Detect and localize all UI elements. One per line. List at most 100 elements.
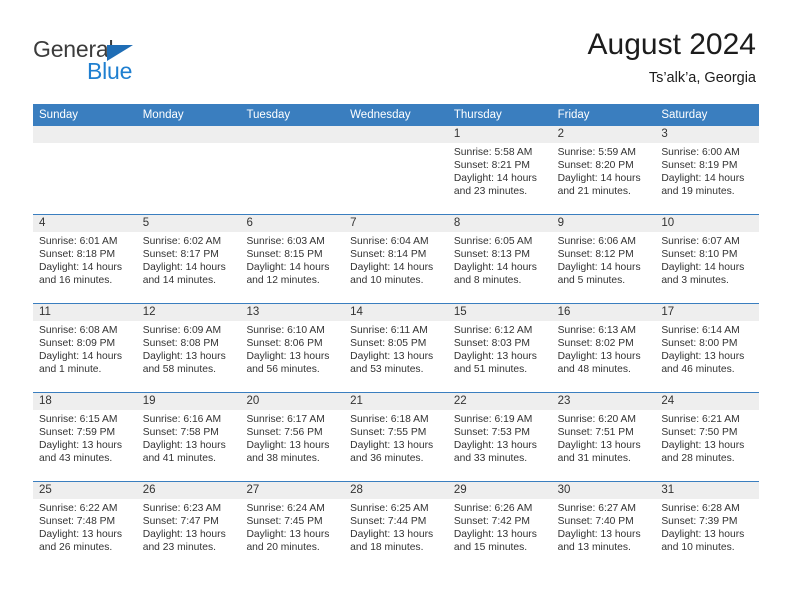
day-cell[interactable]: 1 Sunrise: 5:58 AM Sunset: 8:21 PM Dayli… — [447, 126, 552, 214]
day-details: Sunrise: 6:11 AM Sunset: 8:05 PM Dayligh… — [344, 321, 448, 376]
day-cell[interactable]: 12 Sunrise: 6:09 AM Sunset: 8:08 PM Dayl… — [136, 304, 241, 392]
day-number-band: 23 — [551, 393, 656, 410]
day-cell[interactable] — [136, 126, 241, 214]
sunset-text: Sunset: 7:44 PM — [350, 516, 427, 528]
day-cell[interactable]: 20 Sunrise: 6:17 AM Sunset: 7:56 PM Dayl… — [240, 393, 345, 481]
daylight-text-line1: Daylight: 13 hours — [661, 529, 745, 541]
sunrise-text: Sunrise: 6:03 AM — [246, 236, 325, 247]
day-number-band: 1 — [447, 126, 552, 143]
day-cell[interactable]: 19 Sunrise: 6:16 AM Sunset: 7:58 PM Dayl… — [136, 393, 241, 481]
day-details: Sunrise: 6:27 AM Sunset: 7:40 PM Dayligh… — [552, 499, 656, 554]
week-row: 11 Sunrise: 6:08 AM Sunset: 8:09 PM Dayl… — [33, 304, 760, 393]
day-number-band: 27 — [240, 482, 345, 499]
daylight-text-line2: and 19 minutes. — [661, 186, 735, 198]
sunset-text: Sunset: 7:55 PM — [350, 427, 427, 439]
sunset-text: Sunset: 8:15 PM — [246, 249, 323, 261]
daylight-text-line1: Daylight: 14 hours — [557, 173, 641, 185]
day-cell[interactable]: 6 Sunrise: 6:03 AM Sunset: 8:15 PM Dayli… — [240, 215, 345, 303]
day-cell[interactable]: 8 Sunrise: 6:05 AM Sunset: 8:13 PM Dayli… — [447, 215, 552, 303]
day-cell[interactable]: 31 Sunrise: 6:28 AM Sunset: 7:39 PM Dayl… — [655, 482, 760, 571]
sunrise-text: Sunrise: 5:58 AM — [453, 147, 533, 158]
day-details: Sunrise: 6:10 AM Sunset: 8:06 PM Dayligh… — [240, 321, 344, 376]
day-cell[interactable]: 13 Sunrise: 6:10 AM Sunset: 8:06 PM Dayl… — [240, 304, 345, 392]
day-details: Sunrise: 6:04 AM Sunset: 8:14 PM Dayligh… — [344, 232, 448, 287]
daylight-text-line2: and 5 minutes. — [557, 275, 626, 287]
day-number-band: 3 — [655, 126, 760, 143]
day-cell[interactable]: 28 Sunrise: 6:25 AM Sunset: 7:44 PM Dayl… — [344, 482, 448, 571]
day-number: 16 — [557, 306, 571, 318]
day-number-band — [136, 126, 241, 143]
day-cell[interactable]: 16 Sunrise: 6:13 AM Sunset: 8:02 PM Dayl… — [551, 304, 656, 392]
day-cell[interactable]: 2 Sunrise: 5:59 AM Sunset: 8:20 PM Dayli… — [551, 126, 656, 214]
day-number-band: 15 — [447, 304, 552, 321]
day-cell[interactable] — [33, 126, 137, 214]
sunset-text: Sunset: 8:19 PM — [661, 160, 738, 172]
day-cell[interactable]: 27 Sunrise: 6:24 AM Sunset: 7:45 PM Dayl… — [240, 482, 345, 571]
day-details — [344, 143, 448, 146]
day-cell[interactable]: 5 Sunrise: 6:02 AM Sunset: 8:17 PM Dayli… — [136, 215, 241, 303]
day-number-band: 8 — [447, 215, 552, 232]
day-details: Sunrise: 6:20 AM Sunset: 7:51 PM Dayligh… — [552, 410, 656, 465]
daylight-text-line2: and 46 minutes. — [661, 364, 735, 376]
day-cell[interactable]: 7 Sunrise: 6:04 AM Sunset: 8:14 PM Dayli… — [344, 215, 448, 303]
daylight-text-line2: and 51 minutes. — [453, 364, 528, 376]
day-cell[interactable]: 4 Sunrise: 6:01 AM Sunset: 8:18 PM Dayli… — [33, 215, 137, 303]
day-cell[interactable]: 23 Sunrise: 6:20 AM Sunset: 7:51 PM Dayl… — [551, 393, 656, 481]
daylight-text-line1: Daylight: 14 hours — [453, 173, 537, 185]
daylight-text-line1: Daylight: 13 hours — [557, 351, 641, 363]
calendar-grid: Sunday Monday Tuesday Wednesday Thursday… — [33, 104, 760, 571]
day-number-band: 5 — [136, 215, 241, 232]
daylight-text-line2: and 56 minutes. — [246, 364, 320, 376]
day-cell[interactable] — [240, 126, 345, 214]
day-number-band: 29 — [447, 482, 552, 499]
day-cell[interactable]: 30 Sunrise: 6:27 AM Sunset: 7:40 PM Dayl… — [551, 482, 656, 571]
day-cell[interactable]: 15 Sunrise: 6:12 AM Sunset: 8:03 PM Dayl… — [447, 304, 552, 392]
sunrise-text: Sunrise: 6:06 AM — [557, 236, 637, 247]
daylight-text-line1: Daylight: 13 hours — [453, 440, 537, 452]
day-cell[interactable]: 26 Sunrise: 6:23 AM Sunset: 7:47 PM Dayl… — [136, 482, 241, 571]
day-number: 23 — [557, 395, 571, 407]
day-cell[interactable]: 18 Sunrise: 6:15 AM Sunset: 7:59 PM Dayl… — [33, 393, 137, 481]
day-number: 6 — [246, 217, 253, 229]
weekday-header-sunday: Sunday — [39, 109, 79, 121]
daylight-text-line2: and 48 minutes. — [557, 364, 631, 376]
day-cell[interactable]: 25 Sunrise: 6:22 AM Sunset: 7:48 PM Dayl… — [33, 482, 137, 571]
day-cell[interactable]: 10 Sunrise: 6:07 AM Sunset: 8:10 PM Dayl… — [655, 215, 760, 303]
page-title: August 2024 — [587, 28, 756, 61]
day-cell[interactable]: 22 Sunrise: 6:19 AM Sunset: 7:53 PM Dayl… — [447, 393, 552, 481]
sunrise-text: Sunrise: 6:13 AM — [557, 325, 637, 336]
page-subtitle: Ts’alk’a, Georgia — [648, 70, 756, 86]
day-cell[interactable]: 29 Sunrise: 6:26 AM Sunset: 7:42 PM Dayl… — [447, 482, 552, 571]
day-cell[interactable]: 17 Sunrise: 6:14 AM Sunset: 8:00 PM Dayl… — [655, 304, 760, 392]
sunset-text: Sunset: 8:18 PM — [39, 249, 116, 261]
weekday-header-monday: Monday — [142, 109, 184, 121]
day-details: Sunrise: 6:24 AM Sunset: 7:45 PM Dayligh… — [240, 499, 344, 554]
day-cell[interactable] — [344, 126, 448, 214]
day-number: 8 — [453, 217, 461, 229]
day-number: 27 — [246, 484, 260, 496]
sunrise-text: Sunrise: 6:24 AM — [246, 503, 325, 514]
sunset-text: Sunset: 7:42 PM — [453, 516, 531, 528]
day-number: 17 — [661, 306, 675, 318]
general-blue-logo[interactable]: General Blue — [33, 36, 253, 88]
daylight-text-line1: Daylight: 14 hours — [350, 262, 434, 274]
daylight-text-line1: Daylight: 14 hours — [39, 351, 122, 363]
daylight-text-line2: and 53 minutes. — [350, 364, 424, 376]
sunset-text: Sunset: 8:03 PM — [453, 338, 531, 350]
daylight-text-line1: Daylight: 13 hours — [246, 351, 330, 363]
day-cell[interactable]: 21 Sunrise: 6:18 AM Sunset: 7:55 PM Dayl… — [344, 393, 448, 481]
day-cell[interactable]: 11 Sunrise: 6:08 AM Sunset: 8:09 PM Dayl… — [33, 304, 137, 392]
day-cell[interactable]: 24 Sunrise: 6:21 AM Sunset: 7:50 PM Dayl… — [655, 393, 760, 481]
daylight-text-line1: Daylight: 13 hours — [142, 440, 226, 452]
week-row: 25 Sunrise: 6:22 AM Sunset: 7:48 PM Dayl… — [33, 482, 760, 571]
daylight-text-line1: Daylight: 13 hours — [453, 351, 537, 363]
day-cell[interactable]: 9 Sunrise: 6:06 AM Sunset: 8:12 PM Dayli… — [551, 215, 656, 303]
day-cell[interactable]: 14 Sunrise: 6:11 AM Sunset: 8:05 PM Dayl… — [344, 304, 448, 392]
sunrise-text: Sunrise: 6:09 AM — [142, 325, 222, 336]
day-number-band: 17 — [655, 304, 760, 321]
day-number: 14 — [350, 306, 363, 318]
daylight-text-line1: Daylight: 14 hours — [246, 262, 330, 274]
day-details: Sunrise: 6:07 AM Sunset: 8:10 PM Dayligh… — [655, 232, 759, 287]
day-cell[interactable]: 3 Sunrise: 6:00 AM Sunset: 8:19 PM Dayli… — [655, 126, 760, 214]
day-details: Sunrise: 6:15 AM Sunset: 7:59 PM Dayligh… — [33, 410, 137, 465]
